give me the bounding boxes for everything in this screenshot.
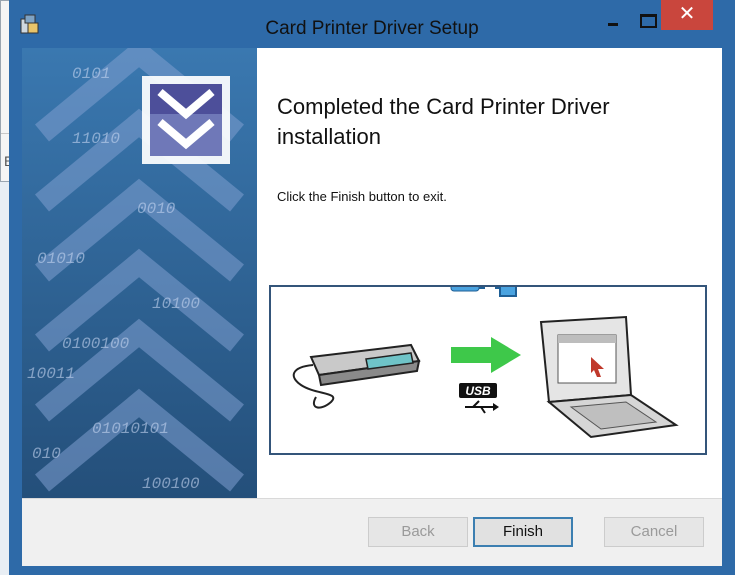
banner-binary-10: 100100 — [142, 475, 200, 493]
banner-binary-5: 10100 — [152, 295, 200, 313]
banner-binary-1: 0101 — [72, 65, 110, 83]
banner-binary-8: 01010101 — [92, 420, 169, 438]
content-panel: Completed the Card Printer Driver instal… — [257, 48, 722, 498]
finish-button[interactable]: Finish — [473, 517, 573, 547]
completion-heading: Completed the Card Printer Driver instal… — [277, 94, 610, 149]
usb-label: USB — [465, 384, 491, 398]
banner-binary-7: 10011 — [27, 365, 75, 383]
usb-connector-icon — [448, 276, 519, 298]
button-footer: Back Finish Cancel — [22, 499, 722, 566]
card-printer-icon — [292, 343, 421, 409]
banner-graphic: 0101 11010 0010 01010 10100 0100100 1001… — [22, 48, 257, 498]
usb-icon: USB — [459, 383, 499, 414]
banner-binary-6: 0100100 — [62, 335, 130, 353]
completion-subtext: Click the Finish button to exit. — [277, 189, 447, 204]
banner-binary-2: 11010 — [72, 130, 120, 148]
connection-illustration: USB — [269, 276, 707, 455]
close-icon: ✕ — [678, 3, 696, 25]
setup-dialog: Card Printer Driver Setup ✕ 0101 11010 0… — [9, 0, 735, 575]
side-banner: 0101 11010 0010 01010 10100 0100100 1001… — [22, 48, 257, 498]
minimize-button[interactable] — [599, 0, 629, 30]
maximize-button[interactable] — [631, 0, 661, 30]
dialog-client-area: 0101 11010 0010 01010 10100 0100100 1001… — [22, 48, 722, 566]
laptop-icon — [539, 315, 679, 439]
banner-binary-4: 01010 — [37, 250, 85, 268]
cancel-button[interactable]: Cancel — [604, 517, 704, 547]
title-bar[interactable]: Card Printer Driver Setup ✕ — [9, 0, 735, 48]
close-button[interactable]: ✕ — [661, 0, 713, 30]
banner-binary-3: 0010 — [137, 200, 176, 218]
transfer-arrow-icon — [451, 337, 521, 373]
banner-binary-9: 010 — [32, 445, 61, 463]
chevron-down-logo — [142, 76, 230, 164]
back-button[interactable]: Back — [368, 517, 468, 547]
illustration-graphic: USB — [292, 276, 679, 439]
